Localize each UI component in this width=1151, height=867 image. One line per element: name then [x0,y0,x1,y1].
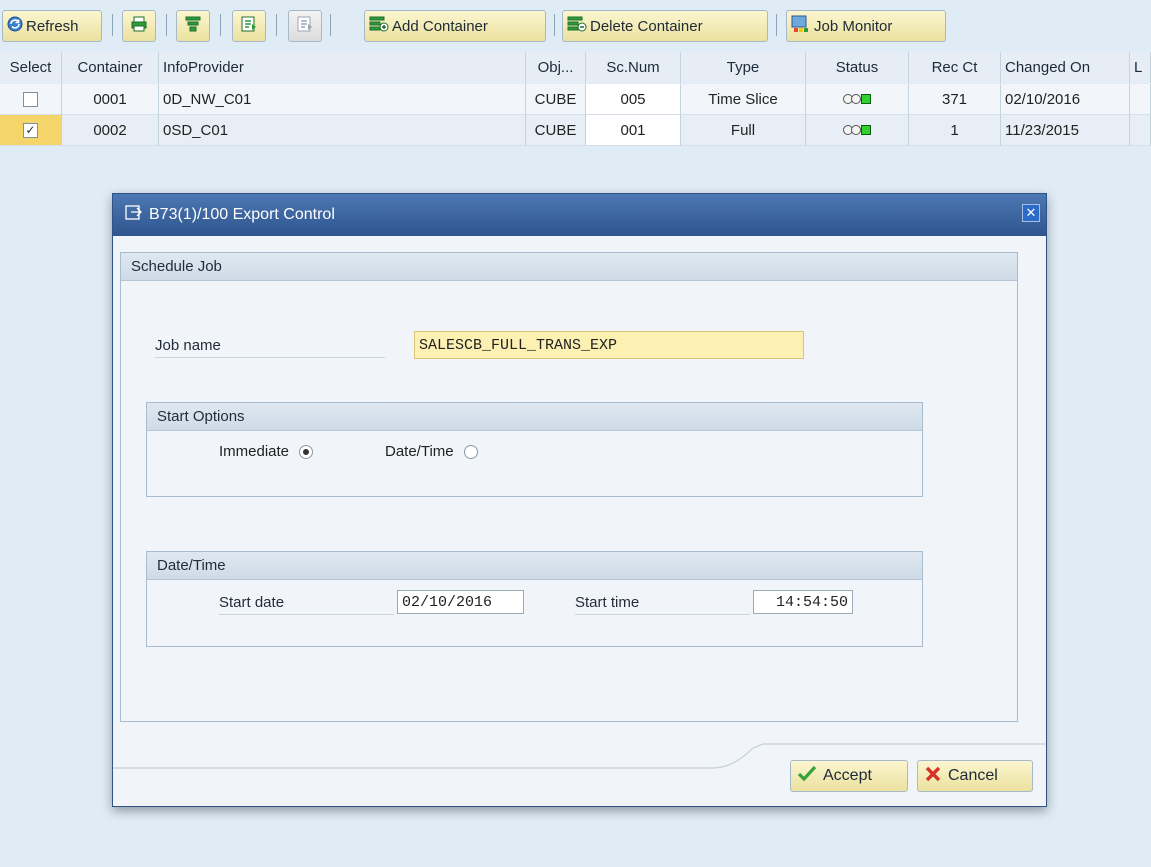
add-container-button[interactable]: Add Container [364,10,546,42]
start-date-value: 02/10/2016 [402,593,493,611]
schedule-job-header: Schedule Job [121,253,1017,281]
infoprovider-cell: 0SD_C01 [159,115,526,146]
immediate-option[interactable]: Immediate [219,443,314,460]
start-time-input[interactable]: 14:54:50 [753,590,853,614]
container-cell: 0001 [62,84,159,115]
job-monitor-button[interactable]: Job Monitor [786,10,946,42]
schedule-job-group: Schedule Job Job name SALESCB_FULL_TRANS… [120,252,1018,722]
datetime-label: Date/Time [385,443,454,460]
column-header-l[interactable]: L [1130,52,1151,83]
export-button[interactable] [232,10,266,42]
column-header-scnum[interactable]: Sc.Num [586,52,681,83]
start-date-label: Start date [219,594,394,615]
status-cell [806,115,909,146]
toolbar-separator [554,14,555,36]
start-time-label: Start time [575,594,750,615]
container-cell: 0002 [62,115,159,146]
column-header-changed-on[interactable]: Changed On [1001,52,1130,83]
column-header-container[interactable]: Container [62,52,159,83]
dialog-title: B73(1)/100 Export Control [149,206,335,223]
export-button-disabled[interactable] [288,10,322,42]
start-date-input[interactable]: 02/10/2016 [397,590,524,614]
print-button[interactable] [122,10,156,42]
recct-cell: 371 [909,84,1001,115]
cancel-x-icon [924,765,942,788]
job-name-value: SALESCB_FULL_TRANS_EXP [419,336,618,354]
type-cell: Time Slice [681,84,806,115]
column-header-status[interactable]: Status [806,52,909,83]
add-container-label: Add Container [392,17,488,35]
toolbar-separator [166,14,167,36]
cancel-label: Cancel [948,767,998,784]
delete-container-icon [567,15,587,37]
cancel-button[interactable]: Cancel [917,760,1033,792]
row-checkbox[interactable] [23,91,38,107]
job-name-label: Job name [155,337,385,358]
scnum-input[interactable]: 005 [586,84,681,115]
recct-cell: 1 [909,115,1001,146]
delete-container-button[interactable]: Delete Container [562,10,768,42]
accept-label: Accept [823,767,872,784]
column-header-infoprovider[interactable]: InfoProvider [159,52,526,83]
accept-button[interactable]: Accept [790,760,908,792]
toolbar: Refresh Add Container Delete Container J… [0,0,1151,46]
scnum-input[interactable]: 001 [586,115,681,146]
status-traffic-light-icon [843,125,871,135]
toolbar-separator [276,14,277,36]
export-icon [296,15,314,37]
infoprovider-cell: 0D_NW_C01 [159,84,526,115]
checkmark-icon [797,765,817,788]
delete-container-label: Delete Container [590,17,703,35]
status-traffic-light-icon [843,94,871,104]
datetime-group: Date/Time Start date 02/10/2016 Start ti… [146,551,923,647]
status-cell [806,84,909,115]
datetime-option[interactable]: Date/Time [385,443,478,460]
job-monitor-label: Job Monitor [814,17,893,35]
refresh-button[interactable]: Refresh [2,10,102,42]
export-control-dialog: B73(1)/100 Export Control ✕ Schedule Job… [112,193,1047,807]
export-icon [240,15,258,37]
obj-cell: CUBE [526,84,586,115]
add-container-icon [369,15,389,37]
job-monitor-icon [791,15,811,37]
start-time-value: 14:54:50 [775,593,848,611]
row-checkbox-checked[interactable]: ✓ [23,122,38,138]
immediate-radio[interactable] [299,444,314,459]
datetime-radio[interactable] [463,444,478,459]
type-cell: Full [681,115,806,146]
toolbar-separator [220,14,221,36]
changed-on-cell: 02/10/2016 [1001,84,1130,115]
start-options-header: Start Options [147,403,922,431]
toolbar-separator [776,14,777,36]
table-header: Select Container InfoProvider Obj... Sc.… [0,52,1151,83]
dialog-window-icon [125,204,143,226]
toolbar-separator [330,14,331,36]
table-row[interactable]: ✓ 0002 0SD_C01 CUBE 001 Full 1 11/23/201… [0,115,1151,146]
toolbar-separator [112,14,113,36]
refresh-label: Refresh [26,17,79,35]
table-row[interactable]: 0001 0D_NW_C01 CUBE 005 Time Slice 371 0… [0,84,1151,115]
obj-cell: CUBE [526,115,586,146]
column-header-obj[interactable]: Obj... [526,52,586,83]
datetime-header: Date/Time [147,552,922,580]
column-header-select[interactable]: Select [0,52,62,83]
l-cell [1130,115,1151,146]
l-cell [1130,84,1151,115]
start-options-group: Start Options Immediate Date/Time [146,402,923,497]
column-header-recct[interactable]: Rec Ct [909,52,1001,83]
refresh-icon [7,16,23,36]
filter-button[interactable] [176,10,210,42]
row-select-cell[interactable] [0,84,62,115]
dialog-title-bar[interactable]: B73(1)/100 Export Control ✕ [113,194,1046,236]
row-select-cell[interactable]: ✓ [0,115,62,146]
close-icon[interactable]: ✕ [1022,204,1040,222]
job-name-input[interactable]: SALESCB_FULL_TRANS_EXP [414,331,804,359]
column-header-type[interactable]: Type [681,52,806,83]
print-icon [130,15,148,37]
immediate-label: Immediate [219,443,290,460]
filter-icon [184,15,202,37]
changed-on-cell: 11/23/2015 [1001,115,1130,146]
